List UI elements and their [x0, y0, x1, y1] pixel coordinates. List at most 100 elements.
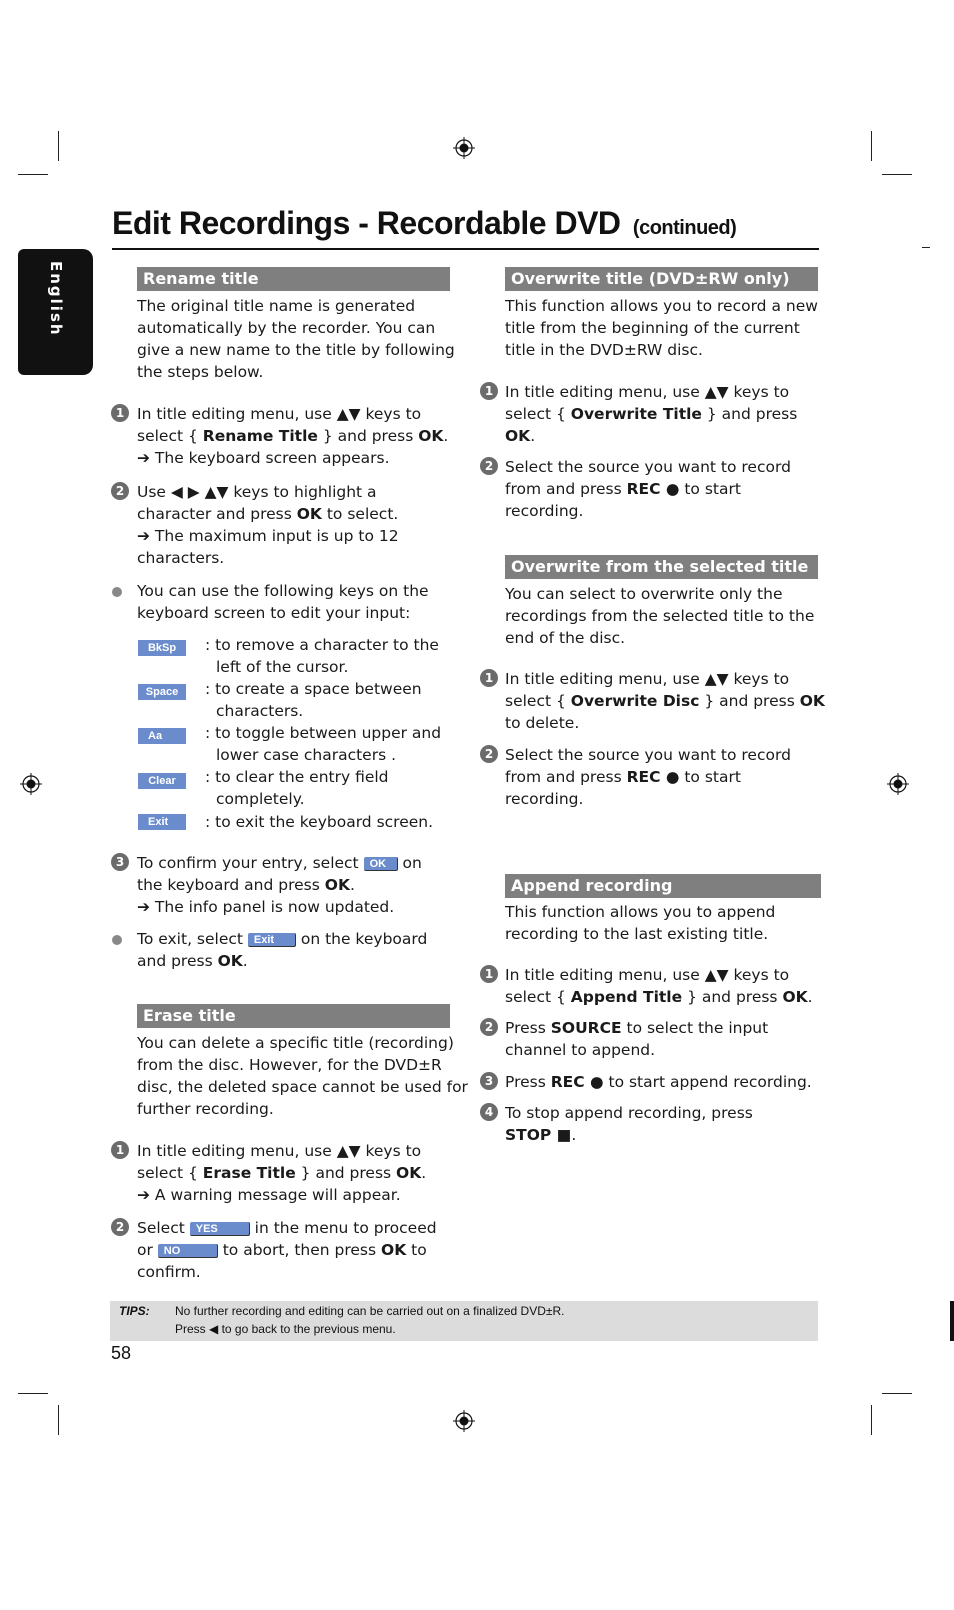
- step-number-icon: 2: [480, 745, 498, 763]
- registration-mark-icon: [20, 773, 42, 795]
- overwrite-title-step-2: Select the source you want to record fro…: [505, 456, 791, 522]
- exit-key: Exit: [247, 932, 296, 947]
- registration-mark-icon: [453, 137, 475, 159]
- text-line: STOP ■.: [505, 1126, 577, 1144]
- append-step-1: In title editing menu, use ▲▼ keys to se…: [505, 964, 813, 1008]
- section-header-overwrite-from: Overwrite from the selected title: [505, 555, 818, 579]
- crop-mark: [18, 174, 48, 175]
- text-line: title in the DVD±RW disc.: [505, 341, 703, 359]
- key-desc: : to remove a character to the left of t…: [205, 634, 439, 678]
- step-number-icon: 2: [480, 1018, 498, 1036]
- step-number-icon: 1: [480, 669, 498, 687]
- result-text: characters.: [137, 549, 225, 567]
- section-header-overwrite-title: Overwrite title (DVD±RW only): [505, 267, 818, 291]
- text-line: the keyboard and press OK.: [137, 876, 355, 894]
- rename-step-2: Use ◀ ▶ ▲▼ keys to highlight a character…: [137, 481, 399, 569]
- text-line: character and press OK to select.: [137, 505, 399, 523]
- text-line: : to exit the keyboard screen.: [205, 813, 434, 831]
- text-line: recording.: [505, 790, 584, 808]
- tips-line: No further recording and editing can be …: [175, 1304, 565, 1318]
- append-intro: This function allows you to append recor…: [505, 901, 775, 945]
- step-number-icon: 3: [111, 853, 129, 871]
- page-title-text: Edit Recordings - Recordable DVD: [112, 205, 621, 241]
- text-line: : to create a space between: [205, 680, 422, 698]
- crop-mark: [871, 1405, 872, 1435]
- key-bksp: BkSp: [138, 640, 186, 656]
- text-line: further recording.: [137, 1100, 274, 1118]
- rename-intro: The original title name is generated aut…: [137, 295, 455, 383]
- step-number-icon: 2: [111, 1218, 129, 1236]
- text-line: : to clear the entry field: [205, 768, 389, 786]
- text-line: give a new name to the title by followin…: [137, 341, 455, 359]
- text-line: and press OK.: [137, 952, 248, 970]
- crop-mark: [58, 1405, 59, 1435]
- step-number-icon: 2: [480, 457, 498, 475]
- erase-step-1: In title editing menu, use ▲▼ keys to se…: [137, 1140, 426, 1206]
- text-line: You can delete a specific title (recordi…: [137, 1034, 454, 1052]
- append-step-2: Press SOURCE to select the input channel…: [505, 1017, 768, 1061]
- text-line: from and press REC ● to start: [505, 768, 741, 786]
- step-number-icon: 1: [480, 382, 498, 400]
- text-line: left of the cursor.: [216, 658, 349, 676]
- key-aa: Aa: [138, 728, 186, 744]
- text-line: select { Erase Title } and press OK.: [137, 1164, 427, 1182]
- text-line: to delete.: [505, 714, 580, 732]
- key-exit: Exit: [138, 814, 186, 830]
- text-line: To stop append recording, press: [505, 1104, 753, 1122]
- step-number-icon: 1: [111, 1141, 129, 1159]
- text-line: select { Overwrite Title } and press: [505, 405, 798, 423]
- key-desc: : to create a space between characters.: [205, 678, 422, 722]
- text-line: This function allows you to append: [505, 903, 776, 921]
- crop-mark: [871, 131, 872, 161]
- result-text: ➔ The info panel is now updated.: [137, 898, 395, 916]
- text-line: Press SOURCE to select the input: [505, 1019, 769, 1037]
- step-number-icon: 4: [480, 1103, 498, 1121]
- overwrite-title-intro: This function allows you to record a new…: [505, 295, 818, 361]
- edge-tab: [950, 1301, 954, 1341]
- section-header-rename-title: Rename title: [137, 267, 450, 291]
- key-desc: : to toggle between upper and lower case…: [205, 722, 441, 766]
- erase-intro: You can delete a specific title (recordi…: [137, 1032, 468, 1120]
- text-line: In title editing menu, use ▲▼ keys to: [505, 383, 790, 401]
- key-desc: : to exit the keyboard screen.: [205, 811, 433, 833]
- overwrite-from-intro: You can select to overwrite only the rec…: [505, 583, 814, 649]
- text-line: In title editing menu, use ▲▼ keys to: [505, 670, 790, 688]
- text-line: To confirm your entry, select OK on: [137, 854, 422, 872]
- page-title: Edit Recordings - Recordable DVD (contin…: [112, 205, 737, 242]
- tips-label: TIPS:: [119, 1304, 150, 1318]
- key-space: Space: [138, 684, 186, 700]
- text-line: automatically by the recorder. You can: [137, 319, 436, 337]
- result-text: ➔ The keyboard screen appears.: [137, 449, 390, 467]
- result-text: ➔ A warning message will appear.: [137, 1186, 401, 1204]
- crop-mark: [922, 247, 930, 248]
- text-line: Use ◀ ▶ ▲▼ keys to highlight a: [137, 483, 377, 501]
- step-number-icon: 2: [111, 482, 129, 500]
- crop-mark: [18, 1393, 48, 1394]
- text-line: end of the disc.: [505, 629, 626, 647]
- text-line: Select the source you want to record: [505, 458, 791, 476]
- text-line: Select YES in the menu to proceed: [137, 1219, 437, 1237]
- text-line: To exit, select Exit on the keyboard: [137, 930, 428, 948]
- text-line: In title editing menu, use ▲▼ keys to: [137, 1142, 422, 1160]
- text-line: In title editing menu, use ▲▼ keys to: [137, 405, 422, 423]
- text-line: select { Overwrite Disc } and press OK: [505, 692, 825, 710]
- page-number: 58: [111, 1343, 132, 1363]
- rename-step-1: In title editing menu, use ▲▼ keys to se…: [137, 403, 448, 469]
- crop-mark: [882, 174, 912, 175]
- text-line: : to remove a character to the: [205, 636, 439, 654]
- key-desc: : to clear the entry field completely.: [205, 766, 389, 810]
- append-step-3: Press REC ● to start append recording.: [505, 1071, 812, 1093]
- rename-bullet-exit: To exit, select Exit on the keyboard and…: [137, 928, 427, 972]
- crop-mark: [882, 1393, 912, 1394]
- text-line: from the disc. However, for the DVD±R: [137, 1056, 442, 1074]
- ok-key: OK: [363, 856, 398, 871]
- text-line: confirm.: [137, 1263, 201, 1281]
- text-line: OK.: [505, 427, 536, 445]
- text-line: the steps below.: [137, 363, 264, 381]
- text-line: : to toggle between upper and: [205, 724, 442, 742]
- step-number-icon: 1: [480, 965, 498, 983]
- overwrite-from-step-1: In title editing menu, use ▲▼ keys to se…: [505, 668, 825, 734]
- tips-line: Press ◀ to go back to the previous menu.: [175, 1322, 396, 1336]
- text-line: characters.: [216, 702, 304, 720]
- text-line: The original title name is generated: [137, 297, 416, 315]
